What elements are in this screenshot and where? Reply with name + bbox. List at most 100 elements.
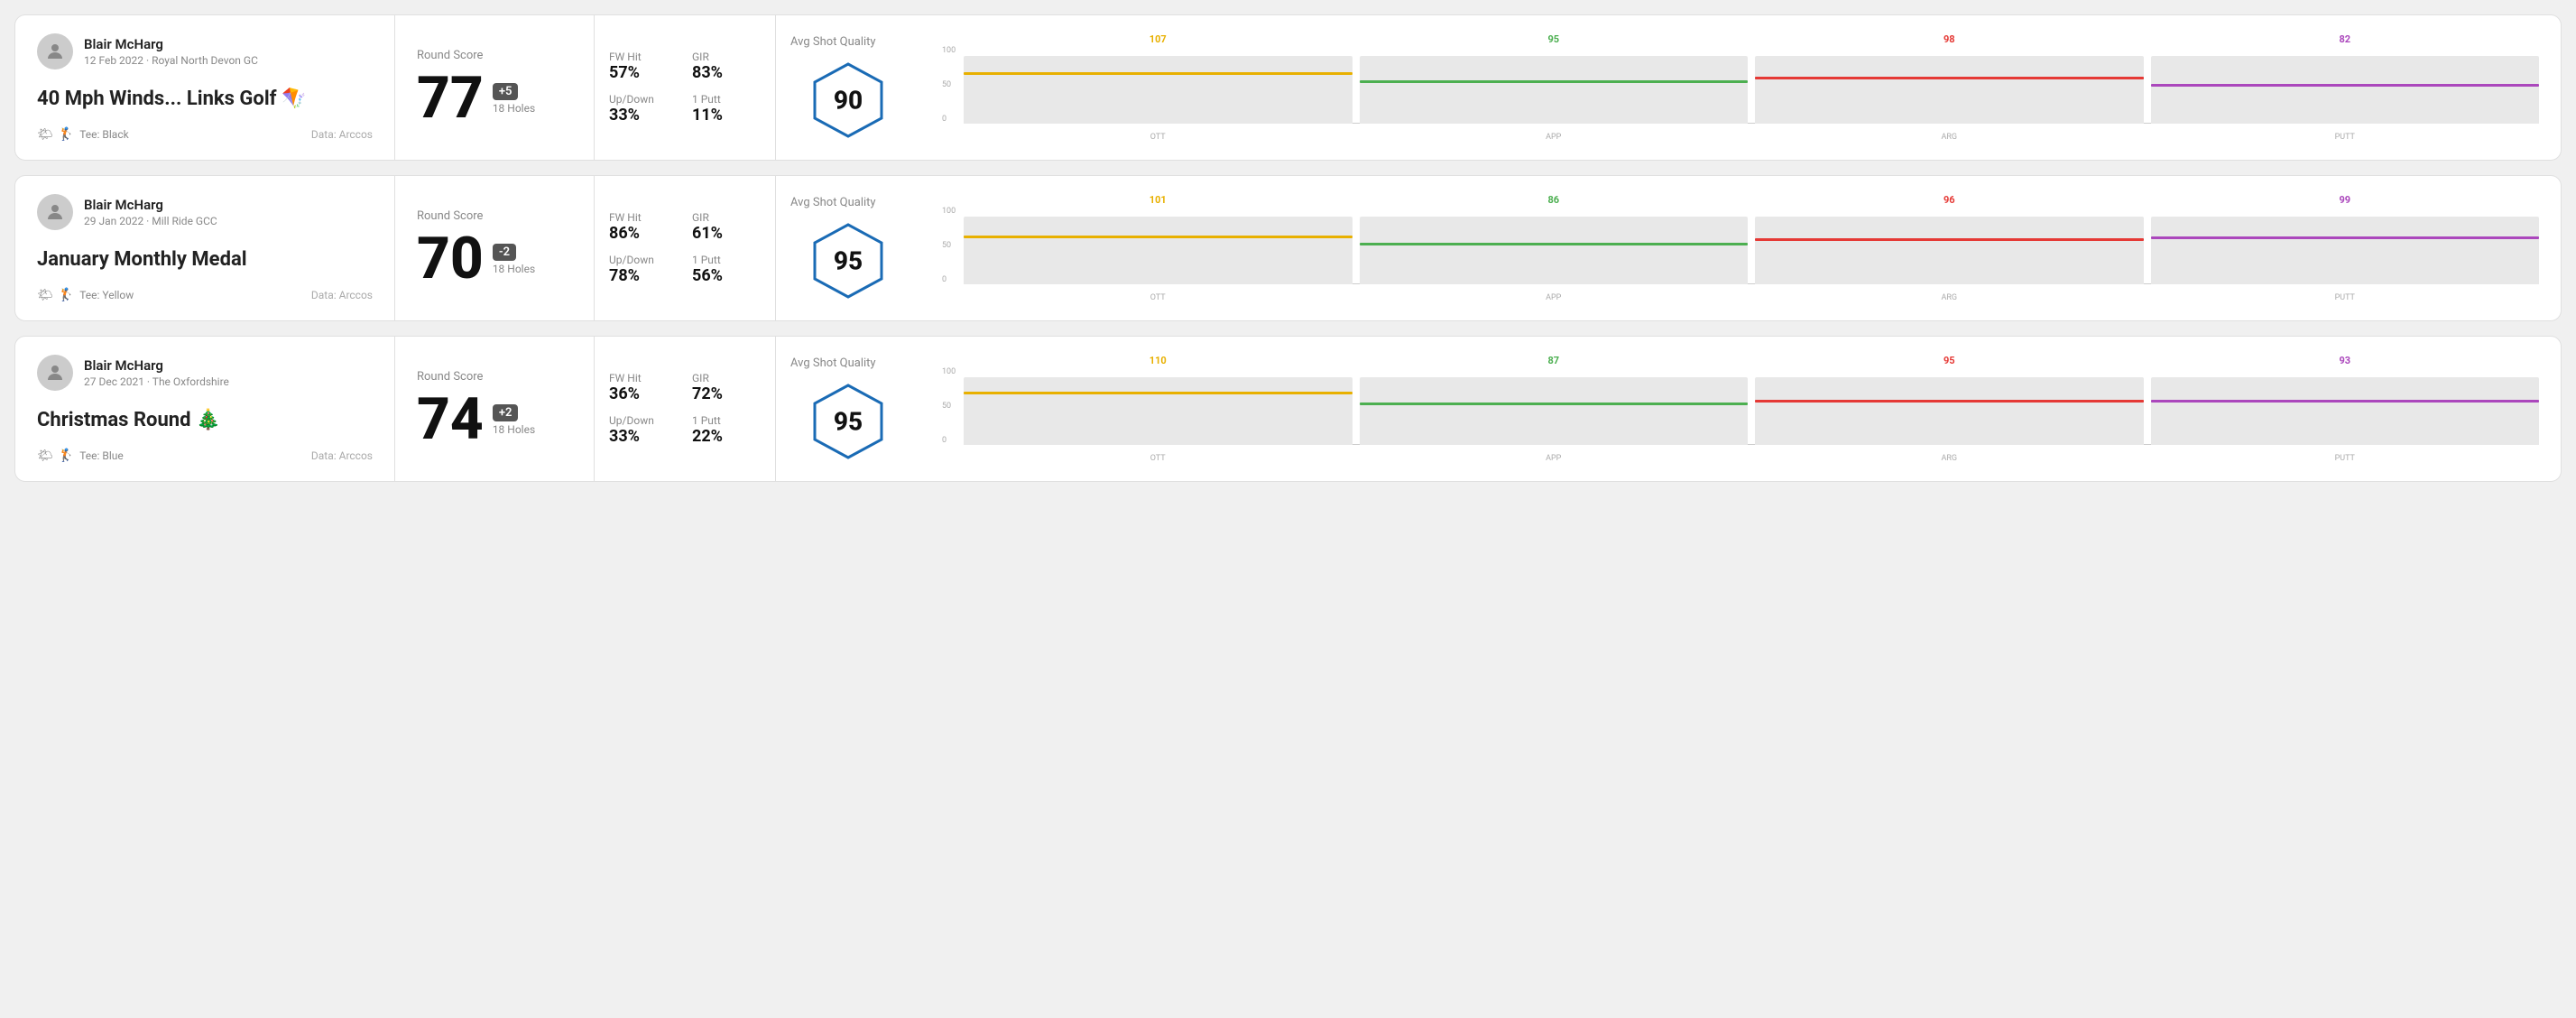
score-row: 74+218 Holes [417, 391, 572, 449]
score-row: 77+518 Holes [417, 69, 572, 127]
round-title: Christmas Round 🎄 [37, 409, 373, 431]
score-badge: +2 [493, 404, 519, 421]
player-info: Blair McHarg12 Feb 2022 · Royal North De… [37, 33, 373, 69]
chart-column: 96ARG [1755, 194, 2144, 302]
bag-icon: 🏌 [59, 288, 74, 302]
chart-colored-line [1360, 243, 1749, 245]
chart-column: 107OTT [964, 33, 1353, 142]
chart-column: 99PUTT [2151, 194, 2540, 302]
chart-bar-bg [1755, 56, 2144, 124]
stat-gir: GIR83% [692, 51, 761, 82]
chart-colored-line [964, 392, 1353, 394]
card-footer: 🌤 🏌 Tee: YellowData: Arccos [37, 288, 373, 302]
score-label: Round Score [417, 370, 572, 384]
hexagon-container: 95 [790, 381, 906, 462]
chart-column: 86APP [1360, 194, 1749, 302]
stat-updown-value: 33% [609, 427, 678, 446]
card-left-section: Blair McHarg29 Jan 2022 · Mill Ride GCCJ… [15, 176, 394, 320]
chart-column: 98ARG [1755, 33, 2144, 142]
chart-top-value: 99 [2151, 194, 2540, 206]
card-left-section: Blair McHarg12 Feb 2022 · Royal North De… [15, 15, 394, 160]
chart-top-value: 93 [2151, 355, 2540, 366]
quality-section: Avg Shot Quality 95 [776, 337, 920, 481]
stat-oneputt-value: 22% [692, 427, 761, 446]
chart-section: 100500101OTT86APP96ARG99PUTT [920, 176, 2561, 320]
player-date-course: 12 Feb 2022 · Royal North Devon GC [84, 54, 258, 67]
stat-oneputt-label: 1 Putt [692, 93, 761, 106]
stat-gir-label: GIR [692, 211, 761, 224]
stat-oneputt-value: 56% [692, 266, 761, 285]
card-footer: 🌤 🏌 Tee: BlueData: Arccos [37, 449, 373, 463]
score-section: Round Score70-218 Holes [395, 176, 594, 320]
data-source: Data: Arccos [311, 449, 373, 462]
chart-colored-line [1755, 400, 2144, 403]
chart-colored-line [1755, 238, 2144, 241]
round-card: Blair McHarg12 Feb 2022 · Royal North De… [14, 14, 2562, 161]
chart-axis-label: APP [1360, 133, 1749, 142]
stat-updown-label: Up/Down [609, 93, 678, 106]
quality-label: Avg Shot Quality [790, 35, 876, 49]
chart-bar-bg [964, 217, 1353, 284]
stat-fw-hit-value: 36% [609, 384, 678, 403]
chart-column: 87APP [1360, 355, 1749, 463]
hexagon: 95 [808, 220, 889, 301]
score-row: 70-218 Holes [417, 230, 572, 288]
score-label: Round Score [417, 209, 572, 223]
weather-icon: 🌤 [37, 127, 53, 142]
stat-oneputt-label: 1 Putt [692, 254, 761, 266]
chart-axis-label: APP [1360, 454, 1749, 463]
quality-score: 95 [834, 406, 863, 436]
score-number: 70 [417, 230, 484, 288]
score-badge: -2 [493, 244, 516, 261]
bag-icon: 🏌 [59, 127, 74, 142]
stats-section: FW Hit57%GIR83%Up/Down33%1 Putt11% [595, 15, 775, 160]
chart-axis-label: PUTT [2151, 133, 2540, 142]
score-number: 77 [417, 69, 484, 127]
chart-top-value: 95 [1360, 33, 1749, 45]
stat-fw-hit: FW Hit57% [609, 51, 678, 82]
chart-column: 110OTT [964, 355, 1353, 463]
chart-top-value: 110 [964, 355, 1353, 366]
chart-bar-bg [1360, 217, 1749, 284]
stats-grid: FW Hit57%GIR83%Up/Down33%1 Putt11% [609, 51, 761, 125]
chart-top-value: 95 [1755, 355, 2144, 366]
stat-gir-label: GIR [692, 372, 761, 384]
stat-updown: Up/Down78% [609, 254, 678, 285]
stat-fw-hit-label: FW Hit [609, 372, 678, 384]
stat-fw-hit: FW Hit36% [609, 372, 678, 403]
chart-bar-bg [2151, 56, 2540, 124]
stat-updown-label: Up/Down [609, 254, 678, 266]
chart-bar-bg [1755, 217, 2144, 284]
chart-colored-line [1360, 403, 1749, 405]
stat-updown-value: 33% [609, 106, 678, 125]
player-text: Blair McHarg27 Dec 2021 · The Oxfordshir… [84, 357, 229, 388]
stat-updown-label: Up/Down [609, 414, 678, 427]
chart-bar-bg [2151, 217, 2540, 284]
chart-axis-label: PUTT [2151, 454, 2540, 463]
chart-bar-bg [1360, 377, 1749, 445]
chart-top-value: 98 [1755, 33, 2144, 45]
stats-section: FW Hit86%GIR61%Up/Down78%1 Putt56% [595, 176, 775, 320]
stat-fw-hit-label: FW Hit [609, 211, 678, 224]
quality-score: 95 [834, 245, 863, 275]
round-title: January Monthly Medal [37, 248, 373, 271]
hexagon: 90 [808, 60, 889, 141]
stat-oneputt: 1 Putt22% [692, 414, 761, 446]
chart-section: 100500110OTT87APP95ARG93PUTT [920, 337, 2561, 481]
stat-gir-value: 61% [692, 224, 761, 243]
chart-column: 95ARG [1755, 355, 2144, 463]
chart-column: 95 APP [1360, 33, 1749, 142]
stat-oneputt: 1 Putt56% [692, 254, 761, 285]
avatar [37, 33, 73, 69]
stat-updown-value: 78% [609, 266, 678, 285]
chart-axis-label: ARG [1755, 293, 2144, 302]
avatar [37, 355, 73, 391]
stat-gir-value: 83% [692, 63, 761, 82]
score-holes: 18 Holes [493, 423, 535, 436]
score-badge: +5 [493, 83, 519, 100]
quality-score: 90 [834, 85, 863, 115]
hexagon: 95 [808, 381, 889, 462]
quality-section: Avg Shot Quality 95 [776, 176, 920, 320]
chart-colored-line [1360, 80, 1749, 83]
weather-icon: 🌤 [37, 288, 53, 302]
